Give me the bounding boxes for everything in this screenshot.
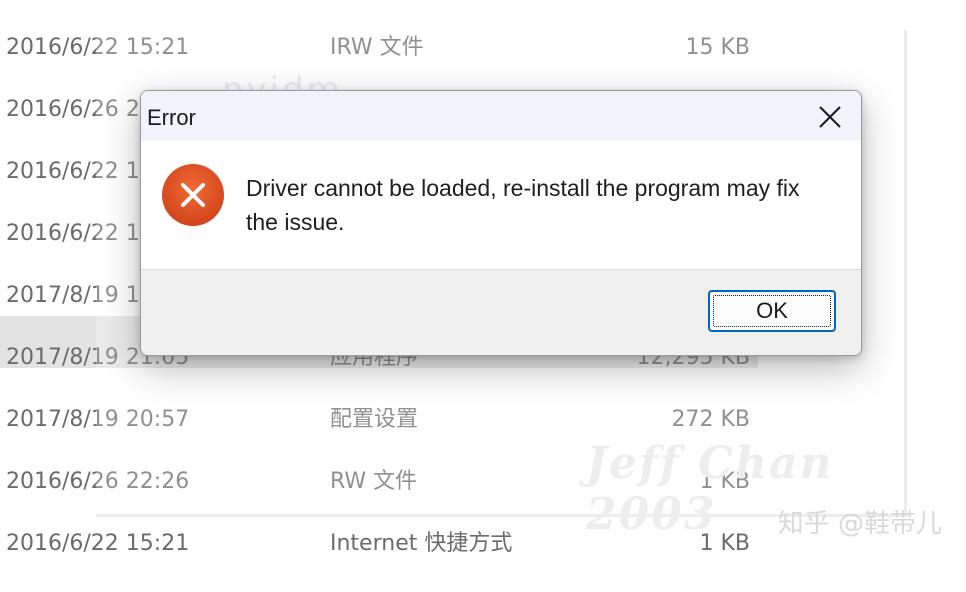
- source-watermark: 知乎 @鞋带儿: [777, 509, 942, 539]
- dialog-title-bar[interactable]: Error: [141, 91, 861, 141]
- dialog-content: Driver cannot be loaded, re-install the …: [141, 141, 861, 269]
- file-date: 2016/6/22 15:21: [6, 531, 190, 556]
- close-button[interactable]: [805, 97, 855, 137]
- ok-button[interactable]: OK: [708, 290, 836, 332]
- error-icon: [162, 164, 224, 226]
- dialog-footer: OK: [141, 269, 861, 355]
- error-dialog: Error Driver cannot be loaded, re-instal…: [140, 90, 862, 356]
- ok-button-label: OK: [756, 298, 788, 323]
- dialog-title: Error: [147, 105, 196, 130]
- file-type: Internet 快捷方式: [330, 531, 513, 556]
- error-message: Driver cannot be loaded, re-install the …: [246, 175, 800, 235]
- close-icon: [819, 106, 841, 128]
